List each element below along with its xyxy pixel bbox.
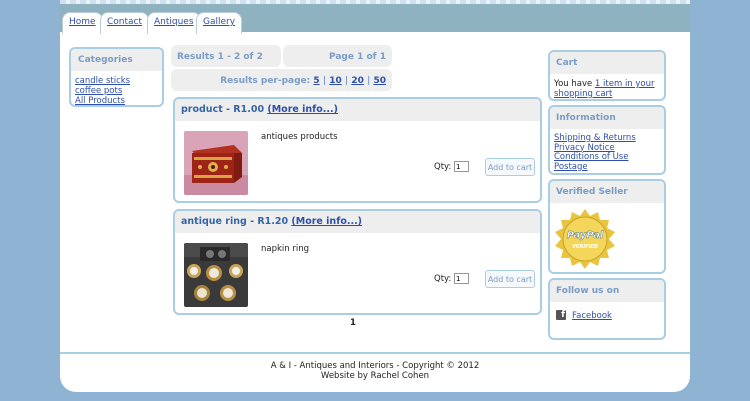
results-page-bar: Page 1 of 1 [283,45,392,67]
product-title: antique ring - R1.20 [181,216,289,227]
results-page: Page 1 of 1 [329,52,386,62]
footer-credit: Website by Rachel Cohen [320,371,430,381]
information-links: Shipping & Returns Privacy Notice Condit… [550,129,664,173]
results-summary-bar: Results 1 - 2 of 2 [171,45,281,67]
pagination-current: 1 [350,318,356,328]
antique-ring-image[interactable] [184,243,248,307]
cart-box: Cart You have 1 item in your shopping ca… [548,50,666,101]
per-page-separator: | [322,76,327,86]
tab-gallery[interactable]: Gallery [196,12,243,34]
tab-antiques-link[interactable]: Antiques [154,17,194,27]
paypal-badge-bottom: VERIFIED [572,244,598,250]
per-page-20[interactable]: 20 [351,76,364,86]
per-page-5[interactable]: 5 [313,76,319,86]
information-box: Information Shipping & Returns Privacy N… [548,105,666,175]
per-page-10[interactable]: 10 [329,76,342,86]
paypal-badge-top: PayPal [567,230,604,241]
product-description: antiques products [261,132,338,142]
product-more-info-link[interactable]: (More info...) [267,104,338,115]
categories-box: Categories candle sticks coffee pots All… [69,47,164,107]
information-title: Information [550,107,664,129]
cart-body: You have 1 item in your shopping cart [550,74,664,99]
results-per-page-bar: Results per-page: 5 | 10 | 20 | 50 [171,69,392,91]
tab-home[interactable]: Home [62,12,103,34]
per-page-separator: | [344,76,349,86]
add-to-cart-button[interactable]: Add to cart [485,158,535,176]
per-page-label: Results per-page: [220,76,311,86]
verified-seller-box: Verified Seller PayPal VERIFIED [548,179,666,274]
category-all-products[interactable]: All Products [75,96,158,105]
qty-group: Qty: [434,161,470,172]
footer-copyright: A & I - Antiques and Interiors - Copyrig… [270,361,480,371]
category-candle-sticks[interactable]: candle sticks [75,76,158,86]
qty-label: Qty: [434,274,452,284]
qty-group: Qty: [434,273,470,284]
product-title-bar: product - R1.00 (More info...) [175,99,540,121]
tab-home-link[interactable]: Home [69,17,96,27]
footer: A & I - Antiques and Interiors - Copyrig… [60,352,690,392]
antique-box-image[interactable] [184,131,248,195]
verified-seller-title: Verified Seller [550,181,664,203]
product-card: product - R1.00 (More info...) antiques … [173,97,542,203]
cart-text: You have [554,79,593,89]
qty-label: Qty: [434,162,452,172]
info-postage-link[interactable]: Postage [554,162,660,173]
category-coffee-pots[interactable]: coffee pots [75,86,158,96]
product-card: antique ring - R1.20 (More info...) napk… [173,209,542,315]
cart-title: Cart [550,52,664,74]
add-to-cart-button[interactable]: Add to cart [485,270,535,288]
product-description: napkin ring [261,244,310,254]
product-title-bar: antique ring - R1.20 (More info...) [175,211,540,233]
product-more-info-link[interactable]: (More info...) [291,216,362,227]
tab-contact-link[interactable]: Contact [107,17,142,27]
follow-us-title: Follow us on [550,280,664,302]
categories-title: Categories [71,49,162,71]
per-page-separator: | [367,76,371,86]
nav-bar: Home Contact Antiques Gallery [60,4,690,34]
tab-antiques[interactable]: Antiques [147,12,201,34]
per-page-50[interactable]: 50 [373,76,386,86]
page-wrapper: Home Contact Antiques Gallery Categories… [60,0,690,392]
tab-gallery-link[interactable]: Gallery [203,17,235,27]
categories-list: candle sticks coffee pots All Products [71,71,162,105]
facebook-icon[interactable]: f [556,310,566,320]
qty-input[interactable] [454,273,470,284]
paypal-verified-seal-icon[interactable]: PayPal VERIFIED [554,208,616,270]
qty-input[interactable] [454,161,470,172]
facebook-link[interactable]: Facebook [572,311,612,321]
tab-contact[interactable]: Contact [100,12,150,34]
product-title: product - R1.00 [181,104,265,115]
follow-us-box: Follow us on f Facebook [548,278,666,340]
results-summary: Results 1 - 2 of 2 [177,52,263,62]
